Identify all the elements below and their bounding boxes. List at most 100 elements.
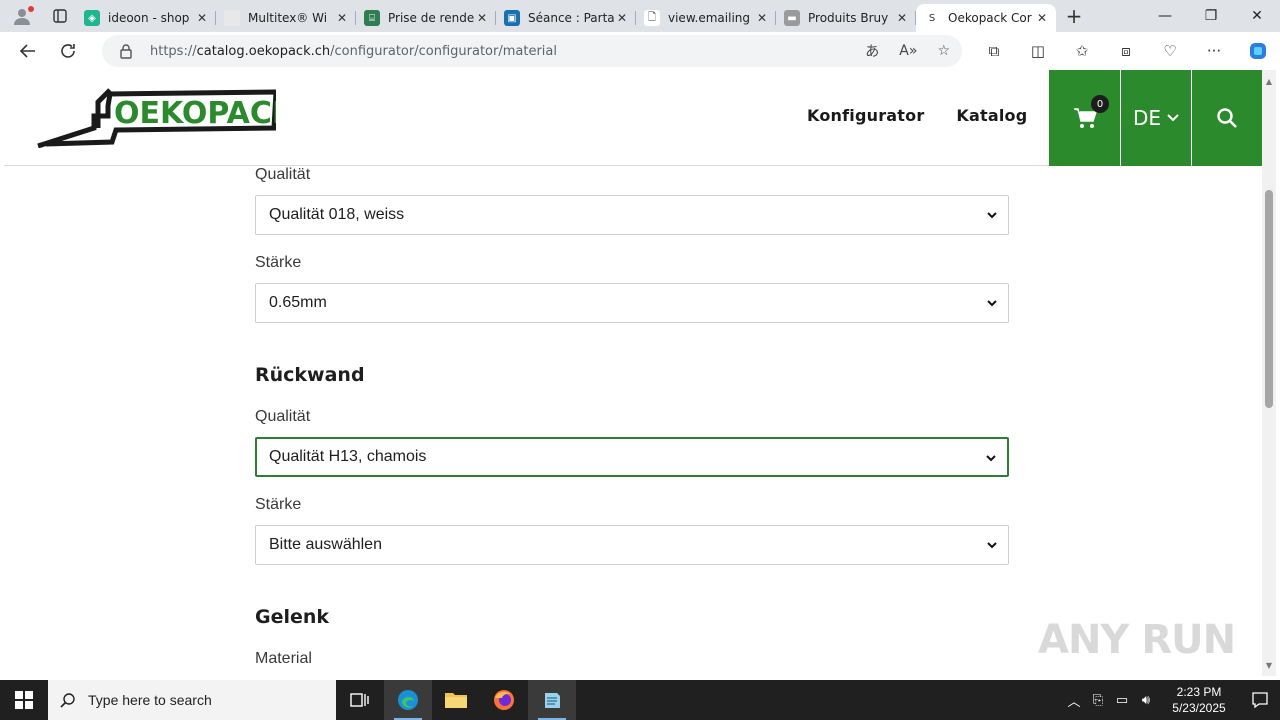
tab-title: Oekopack Cor [948,11,1032,25]
language-selector[interactable]: DE [1121,70,1191,166]
browser-toolbar: https://catalog.oekopack.ch/configurator… [0,32,1280,70]
top-quality-select[interactable]: Qualität 018, weiss [255,195,1009,235]
address-bar-actions: あ A» ☆ [865,35,950,67]
taskbar-notepad[interactable] [528,680,576,720]
translate-icon[interactable]: あ [865,41,879,61]
taskbar-file-explorer[interactable] [432,680,480,720]
system-tray: ︿ ⎘ ▭ 🔊︎ 2:23 PM 5/23/2025 [1062,680,1280,720]
start-button[interactable] [0,680,48,720]
language-label: DE [1132,106,1162,130]
browser-tab[interactable]: Multitex® Wi ✕ [216,4,356,32]
browser-tab[interactable]: ⌸ Prise de rende ✕ [356,4,496,32]
scroll-down-arrow-icon[interactable]: ▼ [1262,658,1276,672]
edge-browser-icon [398,690,418,710]
refresh-button[interactable] [48,35,88,67]
profile-button[interactable] [0,0,44,32]
favorite-star-icon[interactable]: ☆ [937,43,950,59]
favorites-icon[interactable]: ✩ [1060,32,1104,70]
page-viewport: OEKOPACK Konfigurator Katalog 0 DE Quali… [4,70,1262,676]
tab-close-icon[interactable]: ✕ [474,10,490,26]
address-bar[interactable]: https://catalog.oekopack.ch/configurator… [102,35,962,67]
extensions-icon[interactable]: ⧉ [972,32,1016,70]
back-quality-label: Qualität [255,408,311,425]
chevron-up-icon[interactable]: ︿ [1062,680,1086,720]
taskbar-search-placeholder: Type here to search [88,692,212,708]
notepad-icon [545,693,560,708]
tab-favicon-icon: ▬ [784,10,800,26]
clock-time: 2:23 PM [1176,685,1222,699]
collections-icon[interactable]: ⧈ [1104,32,1148,70]
nav-konfigurator[interactable]: Konfigurator [807,106,924,125]
minimize-button[interactable]: — [1142,0,1188,32]
tab-close-icon[interactable]: ✕ [614,10,630,26]
tab-list: ◈ ideoon - shop ✕ Multitex® Wi ✕ ⌸ Prise de re… [76,0,1056,32]
browser-tab-strip: ◈ ideoon - shop ✕ Multitex® Wi ✕ ⌸ Prise de re… [0,0,1280,32]
notifications-button[interactable] [1240,680,1280,720]
tab-close-icon[interactable]: ✕ [334,10,350,26]
task-view-icon [350,693,369,707]
top-thickness-select[interactable]: 0.65mm [255,283,1009,323]
browser-extensions: ⧉ ◫ ✩ ⧈ ♡ ··· [972,32,1280,70]
read-aloud-icon[interactable]: A» [899,43,917,59]
chevron-down-icon [1167,114,1179,122]
performance-icon[interactable]: ♡ [1148,32,1192,70]
browser-tab[interactable]: ◈ ideoon - shop ✕ [76,4,216,32]
tab-close-icon[interactable]: ✕ [1034,10,1050,26]
page-scrollbar[interactable]: ▲ ▼ [1262,70,1276,676]
folder-icon [445,693,467,708]
oekopack-logo[interactable]: OEKOPACK [36,88,297,149]
lock-icon[interactable] [116,41,136,61]
tab-close-icon[interactable]: ✕ [194,10,210,26]
tab-title: Séance : Parta [528,11,614,25]
network-device-icon[interactable]: ⎘ [1086,680,1110,720]
nav-katalog[interactable]: Katalog [956,106,1027,125]
restore-button[interactable]: ❐ [1188,0,1234,32]
main-nav: Konfigurator Katalog [807,106,1027,125]
browser-tab[interactable]: ▬ Produits Bruy ✕ [776,4,916,32]
top-thickness-value: 0.65mm [269,294,327,311]
refresh-icon [61,44,75,58]
logo-text: OEKOPACK [114,96,276,131]
network-icon[interactable]: ▭ [1110,680,1134,720]
back-thickness-select[interactable]: Bitte auswählen [255,525,1009,565]
tab-favicon-icon: 🗋 [644,10,660,26]
top-quality-value: Qualität 018, weiss [269,206,405,223]
tab-actions-button[interactable] [44,0,76,32]
new-tab-button[interactable]: + [1056,0,1092,32]
browser-tab[interactable]: S Oekopack Cor ✕ [916,4,1056,32]
taskbar-edge[interactable] [384,680,432,720]
taskbar-search-box[interactable]: Type here to search [48,680,336,720]
more-menu-icon[interactable]: ··· [1192,32,1236,70]
system-clock[interactable]: 2:23 PM 5/23/2025 [1158,684,1240,716]
split-screen-icon[interactable]: ◫ [1016,32,1060,70]
close-window-button[interactable]: ✕ [1234,0,1280,32]
back-thickness-label: Stärke [255,496,302,513]
volume-icon[interactable]: 🔊︎ [1134,680,1158,720]
scrollbar-thumb[interactable] [1265,190,1273,408]
search-icon [1217,108,1237,128]
url-text[interactable]: https://catalog.oekopack.ch/configurator… [150,44,557,59]
taskbar-firefox[interactable] [480,680,528,720]
firefox-icon [494,690,514,710]
copilot-icon[interactable] [1236,32,1280,70]
joint-heading: Gelenk [255,606,330,628]
cart-button[interactable]: 0 [1049,70,1120,166]
back-arrow-icon [19,44,35,58]
chevron-down-icon [986,455,996,462]
back-quality-select[interactable]: Qualität H13, chamois [255,437,1009,477]
task-view-button[interactable] [336,680,384,720]
tab-title: Multitex® Wi [248,11,328,25]
chevron-down-icon [987,300,997,307]
browser-tab[interactable]: ▣ Séance : Parta ✕ [496,4,636,32]
anyrun-watermark: ANY RUN [1038,610,1236,670]
tab-favicon-icon: ⌸ [364,10,380,26]
browser-tab[interactable]: 🗋 view.emailing ✕ [636,4,776,32]
chevron-down-icon [987,542,997,549]
scroll-up-arrow-icon[interactable]: ▲ [1262,74,1276,88]
cart-count-badge: 0 [1091,95,1109,113]
tab-close-icon[interactable]: ✕ [754,10,770,26]
search-button[interactable] [1192,70,1262,166]
back-button[interactable] [8,35,48,67]
logo-mark: OEKOPACK [37,88,297,149]
tab-close-icon[interactable]: ✕ [894,10,910,26]
